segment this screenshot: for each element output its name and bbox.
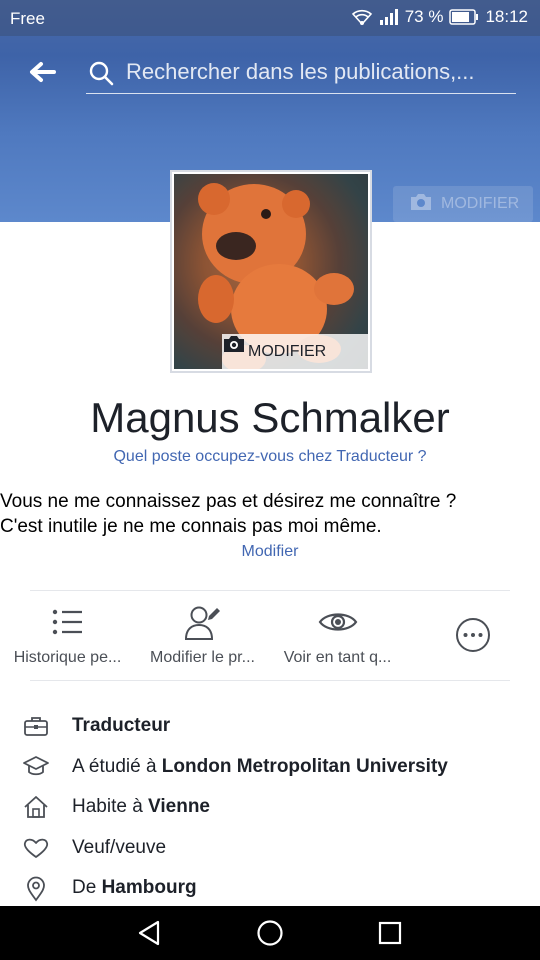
back-button[interactable] [26, 56, 58, 88]
about-value: Traducteur [72, 715, 171, 736]
eye-icon [318, 604, 358, 645]
photo-edit-label: MODIFIER [248, 342, 327, 360]
briefcase-icon [23, 714, 49, 743]
about-prefix: Habite à [72, 796, 149, 817]
heart-icon [23, 836, 49, 865]
about-item-education[interactable]: A étudié à London Metropolitan Universit… [0, 747, 540, 788]
bio-line: Vous ne me connaissez pas et désirez me … [0, 491, 457, 512]
search-input[interactable]: Rechercher dans les publications,... [86, 52, 516, 94]
wifi-icon [351, 8, 373, 26]
nav-back-button[interactable] [136, 919, 164, 947]
system-nav-bar [0, 906, 540, 960]
graduation-cap-icon [23, 755, 49, 784]
triangle-back-icon [138, 920, 160, 946]
nav-home-button[interactable] [256, 919, 284, 947]
nav-recents-button[interactable] [376, 919, 404, 947]
bio-edit-link[interactable]: Modifier [0, 543, 540, 561]
action-label: Historique pe... [13, 649, 122, 666]
about-prefix: De [72, 877, 102, 898]
about-prefix: A étudié à [72, 755, 162, 777]
edit-profile-button[interactable]: Modifier le pr... [135, 600, 270, 680]
home-icon [23, 795, 49, 824]
divider [30, 590, 510, 591]
search-icon [88, 60, 114, 91]
profile-name: Magnus Schmalker [90, 394, 450, 441]
action-label: Voir en tant q... [283, 649, 392, 666]
list-icon [50, 604, 86, 645]
job-prompt-link[interactable]: Quel poste occupez-vous chez Traducteur … [0, 448, 540, 466]
status-bar: Free 73 % 18:12 [0, 0, 540, 36]
cover-edit-label: MODIFIER [441, 195, 520, 212]
location-pin-icon [23, 876, 49, 907]
clock: 18:12 [485, 7, 528, 26]
circle-home-icon [257, 920, 283, 946]
about-value: London Metropolitan University [161, 755, 448, 777]
about-value: Vienne [148, 796, 211, 817]
profile-photo[interactable]: MODIFIER [174, 174, 368, 369]
about-prefix: Veuf/veuve [72, 836, 167, 858]
carrier-label: Free [10, 9, 45, 28]
view-as-button[interactable]: Voir en tant q... [270, 600, 405, 680]
activity-log-button[interactable]: Historique pe... [0, 600, 135, 680]
search-placeholder: Rechercher dans les publications,... [126, 59, 475, 84]
about-section: Traducteur A étudié à London Metropolita… [0, 706, 540, 909]
more-options-button[interactable] [405, 600, 540, 680]
about-item-work[interactable]: Traducteur [0, 706, 540, 747]
back-arrow-icon [30, 62, 56, 82]
divider [30, 680, 510, 681]
profile-photo-frame[interactable]: MODIFIER [170, 170, 372, 373]
photo-edit-button[interactable]: MODIFIER [222, 334, 368, 369]
battery-level: 73 % [404, 7, 444, 26]
about-item-relationship[interactable]: Veuf/veuve [0, 828, 540, 869]
cover-edit-button[interactable]: MODIFIER [393, 186, 533, 222]
square-recents-icon [378, 921, 402, 945]
about-item-residence[interactable]: Habite à Vienne [0, 787, 540, 828]
signal-icon [379, 8, 399, 26]
camera-icon [409, 192, 433, 217]
bio-text: Vous ne me connaissez pas et désirez me … [0, 489, 540, 539]
edit-profile-icon [183, 604, 223, 647]
profile-actions: Historique pe... Modifier le pr... Voir … [0, 600, 540, 680]
more-icon [455, 617, 491, 658]
action-label: Modifier le pr... [150, 649, 255, 666]
battery-icon [449, 9, 479, 25]
bio-line: C'est inutile je ne me connais pas moi m… [0, 516, 382, 537]
about-value: Hambourg [101, 877, 197, 898]
about-item-hometown[interactable]: De Hambourg [0, 868, 540, 909]
